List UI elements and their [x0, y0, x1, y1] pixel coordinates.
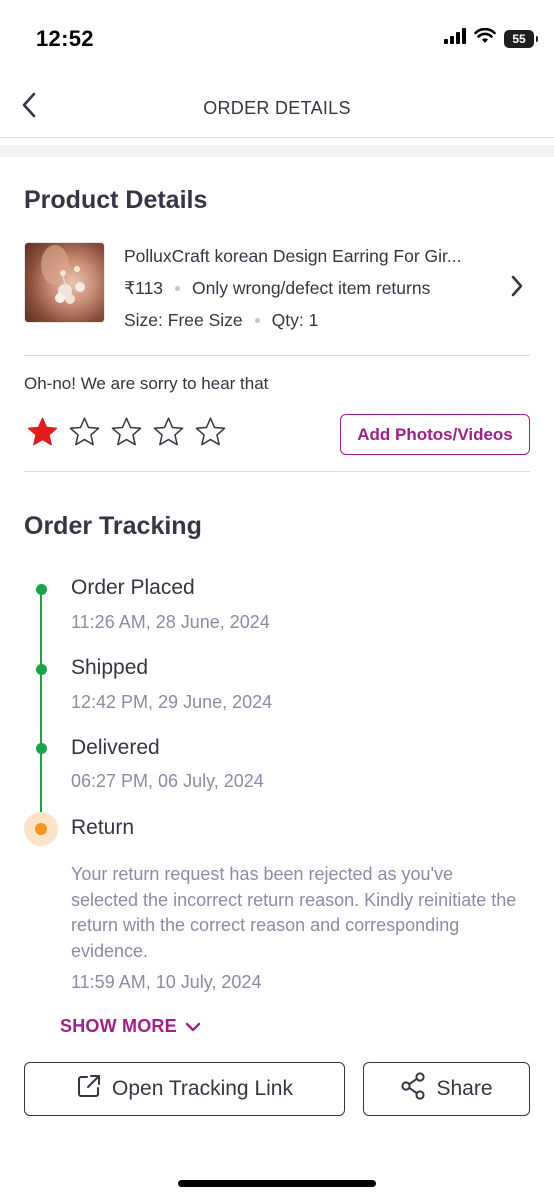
product-image[interactable] — [24, 242, 105, 323]
step-time: 06:27 PM, 06 July, 2024 — [71, 771, 264, 791]
step-label: Return — [71, 816, 135, 839]
product-row[interactable]: PolluxCraft korean Design Earring For Gi… — [24, 242, 530, 332]
product-details-heading: Product Details — [24, 186, 208, 214]
product-qty: Qty: 1 — [271, 310, 319, 330]
step-time: 12:42 PM, 29 June, 2024 — [71, 692, 273, 712]
step-label: Order Placed — [71, 576, 195, 599]
external-link-icon — [76, 1073, 102, 1105]
wifi-icon — [474, 27, 496, 49]
star-rating[interactable] — [26, 416, 227, 453]
dot-separator — [254, 318, 260, 323]
timeline-dot-done — [35, 584, 47, 595]
product-price: ₹113 — [124, 278, 164, 298]
show-more-button[interactable]: SHOW MORE — [60, 1016, 201, 1037]
product-name: PolluxCraft korean Design Earring For Gi… — [124, 246, 462, 266]
star-icon[interactable] — [110, 416, 143, 453]
dot-separator — [175, 286, 181, 291]
page-title: ORDER DETAILS — [203, 98, 351, 118]
open-tracking-link-label: Open Tracking Link — [112, 1077, 293, 1100]
step-time: 11:59 AM, 10 July, 2024 — [71, 972, 262, 992]
star-icon-filled[interactable] — [26, 416, 59, 453]
product-size: Size: Free Size — [124, 310, 243, 330]
battery-icon: 55 — [504, 29, 538, 48]
show-more-label: SHOW MORE — [60, 1016, 177, 1036]
order-tracking-heading: Order Tracking — [24, 512, 202, 540]
share-button[interactable]: Share — [363, 1062, 530, 1116]
timeline-line — [40, 591, 42, 829]
rating-message: Oh-no! We are sorry to hear that — [24, 374, 269, 393]
return-description: Your return request has been rejected as… — [71, 864, 517, 961]
step-label: Delivered — [71, 736, 160, 759]
star-icon[interactable] — [152, 416, 185, 453]
product-price-row: ₹113 Only wrong/defect item returns — [124, 278, 430, 299]
share-label: Share — [436, 1077, 493, 1100]
status-bar: 12:52 55 — [0, 0, 554, 80]
chevron-right-icon[interactable] — [510, 274, 524, 303]
timeline-dot-done — [35, 743, 47, 754]
divider — [24, 355, 530, 356]
star-icon[interactable] — [194, 416, 227, 453]
return-policy: Only wrong/defect item returns — [192, 278, 431, 298]
section-separator — [0, 145, 554, 157]
status-time: 12:52 — [36, 26, 94, 51]
divider — [24, 471, 530, 472]
step-time: 11:26 AM, 28 June, 2024 — [71, 612, 270, 632]
timeline-dot-done — [35, 664, 47, 675]
header: ORDER DETAILS — [0, 80, 554, 138]
open-tracking-link-button[interactable]: Open Tracking Link — [24, 1062, 345, 1116]
signal-icon — [444, 28, 466, 49]
home-indicator — [178, 1180, 376, 1187]
add-photos-videos-button[interactable]: Add Photos/Videos — [340, 414, 530, 455]
step-label: Shipped — [71, 656, 149, 679]
chevron-down-icon — [185, 1016, 201, 1037]
product-size-row: Size: Free Size Qty: 1 — [124, 310, 318, 331]
status-icons: 55 — [444, 27, 538, 49]
share-icon — [400, 1072, 426, 1106]
timeline-dot-current — [24, 812, 58, 846]
star-icon[interactable] — [68, 416, 101, 453]
